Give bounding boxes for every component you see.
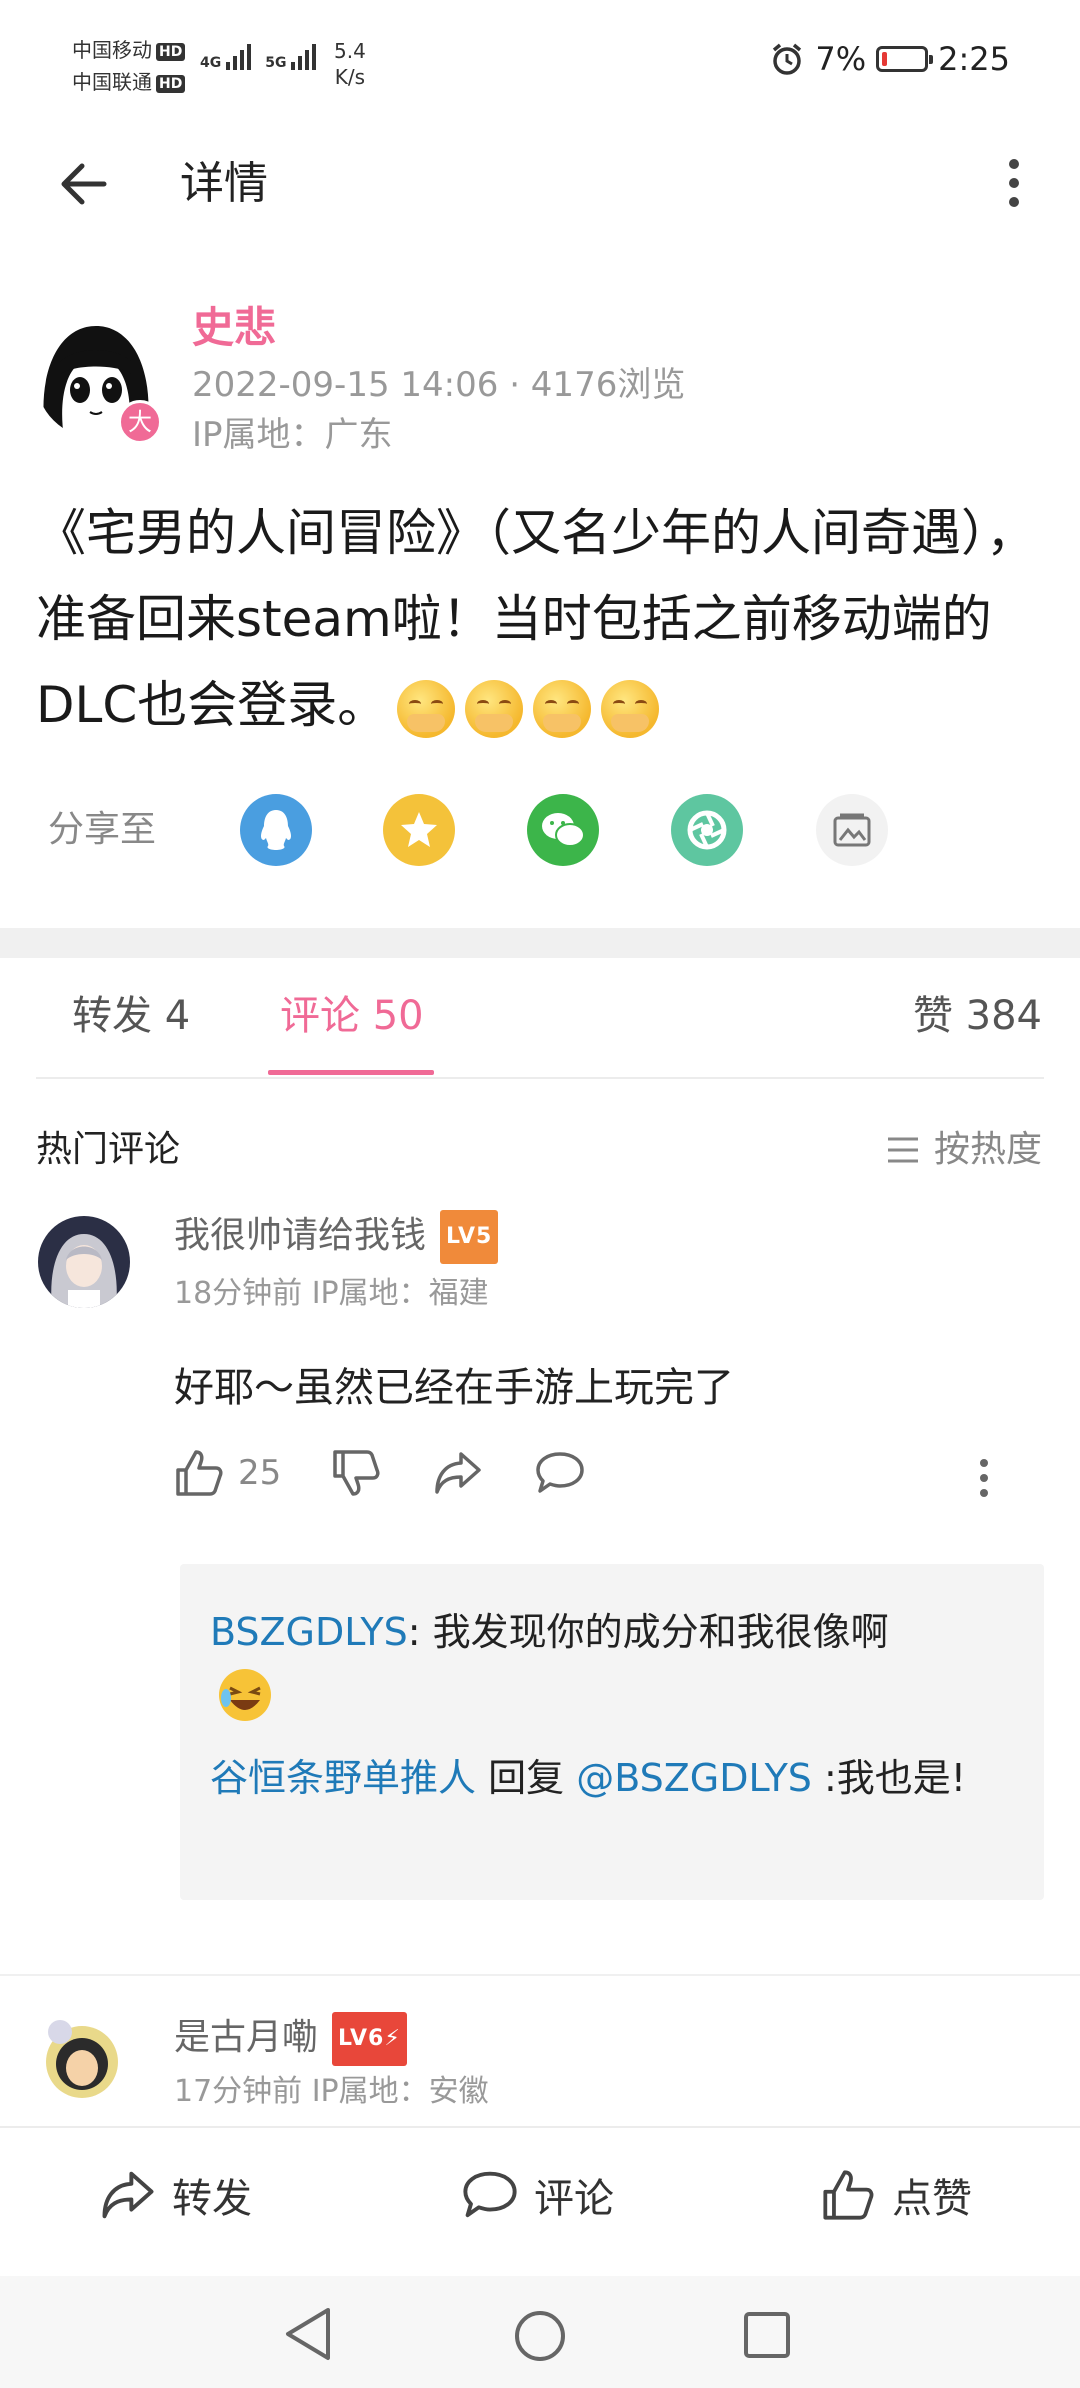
share-arrow-icon <box>102 2171 154 2219</box>
repost-label: 转发 <box>172 2176 252 2222</box>
post-meta: 2022-09-15 14:06 · 4176浏览 <box>192 365 686 405</box>
share-arrow-icon[interactable] <box>433 1450 483 1496</box>
net-5g-label: 5G <box>265 55 287 71</box>
comment-meta: 17分钟前 IP属地：安徽 <box>174 2074 489 2109</box>
author-name[interactable]: 史悲 <box>192 300 276 356</box>
avatar-image <box>38 1216 130 1308</box>
like-button[interactable]: 点赞 <box>820 2166 972 2224</box>
battery-percent: 7% <box>815 40 867 78</box>
commenter-avatar[interactable] <box>36 2010 128 2102</box>
speed-value: 5.4 <box>334 39 366 63</box>
signal-5g-icon: 5G <box>265 44 317 71</box>
nav-back-icon[interactable] <box>282 2306 334 2362</box>
commenter-avatar[interactable] <box>38 1216 130 1308</box>
comment-meta: 18分钟前 IP属地：福建 <box>174 1276 489 1311</box>
sort-list-icon <box>887 1137 918 1163</box>
section-divider <box>0 928 1080 958</box>
commenter-name-text: 我很帅请给我钱 <box>174 1215 427 1256</box>
reply-mention-link[interactable]: @BSZGDLYS <box>576 1756 812 1800</box>
tab-divider <box>36 1077 1044 1079</box>
reply-text: :我也是! <box>811 1756 967 1800</box>
reply-bubble-icon[interactable] <box>535 1450 585 1496</box>
reply-user-link[interactable]: 谷恒条野单推人 <box>210 1756 476 1800</box>
thumb-up-icon[interactable] <box>174 1448 224 1498</box>
post-content: 《宅男的人间冒险》（又名少年的人间奇遇），准备回来steam啦！当时包括之前移动… <box>36 490 1046 748</box>
commenter-name[interactable]: 我很帅请给我钱 LV5 <box>174 1210 499 1264</box>
comment-more-icon[interactable] <box>978 1458 990 1498</box>
level-badge: LV5 <box>440 1210 499 1264</box>
author-badge: 大 <box>118 400 162 444</box>
reply-item: BSZGDLYS: 我发现你的成分和我很像啊 <box>210 1602 990 1662</box>
like-count: 25 <box>238 1453 282 1493</box>
thumb-up-icon <box>823 2170 874 2220</box>
comment-separator <box>0 1974 1080 1976</box>
net-4g-label: 4G <box>200 55 222 71</box>
speed-unit: K/s <box>334 65 366 89</box>
comment-bubble-icon <box>463 2171 517 2218</box>
back-arrow-icon[interactable] <box>54 154 114 214</box>
network-speed: 5.4 K/s <box>334 38 366 90</box>
sort-button[interactable]: 按热度 <box>886 1122 1042 1178</box>
share-label: 分享至 <box>48 809 157 850</box>
wechat-icon[interactable] <box>527 794 599 866</box>
cover-mouth-emoji-icon <box>465 679 524 738</box>
tab-comments[interactable]: 评论 50 <box>280 986 424 1046</box>
laughing-emoji-icon <box>216 1666 274 1724</box>
repost-button[interactable]: 转发 <box>100 2166 252 2224</box>
carrier-1: 中国移动 <box>72 38 152 62</box>
tab-repost[interactable]: 转发 4 <box>72 986 190 1046</box>
cover-mouth-emoji-icon <box>397 679 456 738</box>
more-menu-icon[interactable] <box>1006 158 1022 208</box>
post-ip-location: IP属地：广东 <box>192 415 393 455</box>
comment-label: 评论 <box>534 2176 614 2222</box>
signal-4g-icon: 4G <box>200 44 252 71</box>
reply-text: : 我发现你的成分和我很像啊 <box>407 1610 889 1654</box>
carrier-2: 中国联通 <box>72 70 152 94</box>
commenter-name[interactable]: 是古月嘞 LV6⚡ <box>174 2012 407 2066</box>
comment-button[interactable]: 评论 <box>462 2166 614 2224</box>
qzone-star-icon[interactable] <box>383 794 455 866</box>
active-tab-indicator <box>268 1070 434 1075</box>
moments-icon[interactable] <box>671 794 743 866</box>
hd-badge: HD <box>156 74 186 93</box>
alarm-icon <box>773 43 802 75</box>
hot-comments-title: 热门评论 <box>36 1129 181 1170</box>
reply-user-link[interactable]: BSZGDLYS <box>210 1610 408 1654</box>
nav-home-icon[interactable] <box>512 2308 568 2364</box>
comment-actions: 25 <box>174 1448 585 1498</box>
carrier-info: 中国移动 HD 中国联通 HD <box>72 34 186 98</box>
clock: 2:25 <box>938 40 1010 78</box>
qq-icon[interactable] <box>240 794 312 866</box>
status-right: 7% 2:25 <box>769 40 1010 78</box>
comment-text: 好耶～虽然已经在手游上玩完了 <box>174 1365 734 1411</box>
image-icon[interactable] <box>816 794 888 866</box>
reply-item: 谷恒条野单推人 回复 @BSZGDLYS :我也是! <box>210 1748 970 1808</box>
sort-label: 按热度 <box>933 1129 1042 1170</box>
reply-word: 回复 <box>476 1756 577 1800</box>
level-badge: LV6⚡ <box>332 2012 407 2066</box>
commenter-name-text: 是古月嘞 <box>174 2017 319 2058</box>
like-label: 点赞 <box>892 2176 972 2222</box>
tab-likes[interactable]: 赞 384 <box>913 986 1042 1046</box>
battery-icon <box>876 46 934 72</box>
cover-mouth-emoji-icon <box>601 679 660 738</box>
page-title: 详情 <box>180 158 268 209</box>
hd-badge: HD <box>156 42 186 61</box>
nav-recents-icon[interactable] <box>742 2310 792 2360</box>
signal-indicators: 4G 5G <box>200 44 317 71</box>
thumb-down-icon[interactable] <box>331 1448 381 1498</box>
avatar-image <box>36 2010 128 2102</box>
cover-mouth-emoji-icon <box>533 679 592 738</box>
